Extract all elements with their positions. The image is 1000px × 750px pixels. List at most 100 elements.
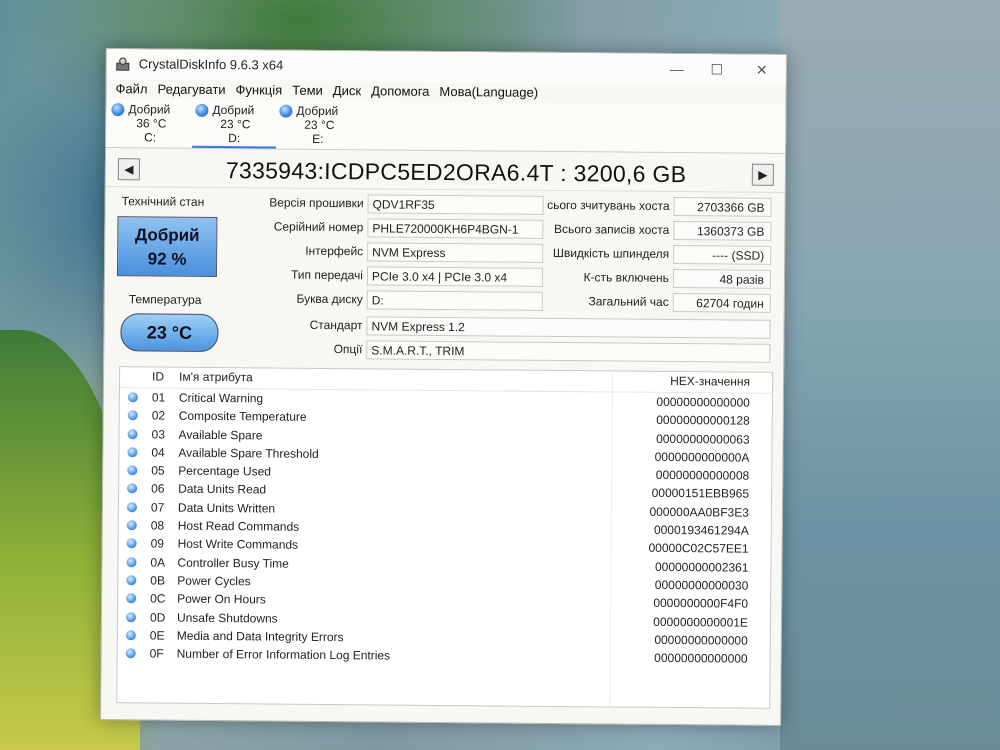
attribute-hex: 0000000000001E [653,614,749,630]
attribute-hex: 00000000000030 [654,577,749,593]
prev-disk-button[interactable]: ◀ [117,158,140,181]
power-hours-value: 62704 годин [672,292,771,313]
attribute-name: Power On Hours [177,591,266,607]
features-label: Опції [333,342,363,357]
window-title: CrystalDiskInfo 9.6.3 x64 [138,56,284,73]
attribute-id: 05 [151,463,165,478]
firmware-label: Версія прошивки [269,195,364,211]
attribute-id: 09 [150,536,165,551]
menu-language[interactable]: Мова(Language) [434,82,543,103]
status-dot-icon [126,520,137,531]
disk-tab-c[interactable]: Добрий 36 °C C: [108,99,192,148]
disk-tabs: Добрий 36 °C C: Добрий 23 °C D: Добрий 2… [106,99,786,154]
attribute-name: Percentage Used [178,463,272,479]
menu-themes[interactable]: Теми [287,81,328,101]
transfer-value: PCIe 3.0 x4 | PCIe 3.0 x4 [366,266,544,287]
status-dot-icon [126,575,137,586]
status-dot-icon [125,648,136,659]
disk-temp: 23 °C [220,117,251,132]
attribute-id: 02 [151,408,166,423]
disk-tab-e[interactable]: Добрий 23 °C E: [276,101,360,150]
attribute-name: Unsafe Shutdowns [176,610,278,626]
status-dot-icon [125,630,136,641]
attribute-name: Critical Warning [178,390,264,406]
attribute-name: Controller Busy Time [177,555,289,571]
attribute-id: 04 [151,445,165,460]
attribute-name: Data Units Read [178,482,267,497]
title-bar[interactable]: CrystalDiskInfo 9.6.3 x64 — ☐ ✕ [106,49,786,85]
status-dot-icon [127,465,138,476]
attribute-id: 0D [149,610,166,625]
transfer-label: Тип передачі [290,267,364,283]
menu-edit[interactable]: Редагувати [152,79,230,100]
attribute-id: 0E [149,628,165,643]
next-disk-button[interactable]: ▶ [751,163,774,186]
power-hours-label: Загальний час [588,294,669,309]
power-count-label: К-сть включень [583,270,670,285]
header-id[interactable]: ID [152,369,164,383]
attribute-name: Host Write Commands [177,537,299,553]
desktop-background-sea [780,0,1000,750]
attribute-hex: 00000151EBB965 [651,486,750,502]
health-status-icon [111,103,125,117]
status-dot-icon [126,556,137,567]
attribute-name: Power Cycles [177,573,251,589]
disk-status: Добрий [296,103,339,119]
serial-value: PHLE720000KH6P4BGN-1 [367,218,544,239]
close-button[interactable]: ✕ [747,59,777,81]
crystaldiskinfo-window: CrystalDiskInfo 9.6.3 x64 — ☐ ✕ Файл Ред… [100,48,787,726]
health-label: Технічний стан [121,194,205,209]
drive-letter-label: Буква диску [296,291,363,307]
maximize-button[interactable]: ☐ [702,58,732,80]
attribute-name: Available Spare Threshold [178,445,319,461]
menu-disk[interactable]: Диск [328,81,366,101]
attribute-name: Available Spare [178,427,263,443]
disk-letter: C: [144,130,157,145]
app-icon [116,57,130,71]
attribute-id: 01 [151,390,166,405]
smart-attributes-table[interactable]: ID Ім'я атрибута HEX-значення 01 Critical… [116,366,774,709]
health-status-icon [195,103,209,117]
menu-function[interactable]: Функція [230,80,287,100]
interface-value: NVM Express [367,242,544,263]
disk-status: Добрий [212,102,255,118]
attribute-hex: 00000000000000 [656,394,750,410]
minimize-button[interactable]: — [662,58,692,80]
disk-temp: 36 °C [136,116,167,131]
attribute-hex: 0000193461294A [653,522,749,538]
menu-file[interactable]: Файл [110,79,152,99]
disk-tab-d[interactable]: Добрий 23 °C D: [192,99,277,149]
temperature-box[interactable]: 23 °C [120,313,219,353]
attribute-id: 06 [151,481,165,497]
attribute-id: 0B [150,573,166,588]
attribute-rows: 01 Critical Warning 00000000000000 02 Compos… [118,388,772,668]
standard-value: NVM Express 1.2 [366,316,771,339]
attribute-hex: 0000000000000A [654,449,750,465]
attribute-id: 03 [151,427,165,442]
attribute-hex: 00000000000008 [655,468,750,483]
header-name[interactable]: Ім'я атрибута [179,370,253,385]
status-dot-icon [127,447,138,458]
features-value: S.M.A.R.T., TRIM [366,340,771,363]
status-dot-icon [127,428,138,439]
standard-label: Стандарт [309,317,363,333]
host-writes-label: Всього записів хоста [553,221,670,237]
attribute-hex: 00000000002361 [654,559,749,575]
attribute-name: Data Units Written [177,500,276,516]
status-dot-icon [126,502,137,513]
rotation-value: ---- (SSD) [673,244,772,265]
host-writes-value: 1360373 GB [673,221,772,241]
status-dot-icon [127,410,138,421]
firmware-value: QDV1RF35 [367,194,544,215]
status-dot-icon [127,392,138,403]
attribute-id: 0F [149,646,164,661]
attribute-hex: 00000000000000 [654,632,748,648]
drive-header: ◀ 7335943:ICDPC5ED2ORA6.4T : 3200,6 GB ▶ [105,148,786,193]
rotation-label: Швидкість шпинделя [552,245,670,261]
serial-label: Серійний номер [273,219,364,235]
status-dot-icon [125,611,137,622]
menu-help[interactable]: Допомога [366,81,434,102]
header-hex[interactable]: HEX-значення [670,374,750,389]
health-status-icon [279,104,293,118]
health-status-box[interactable]: Добрий 92 % [116,216,218,278]
